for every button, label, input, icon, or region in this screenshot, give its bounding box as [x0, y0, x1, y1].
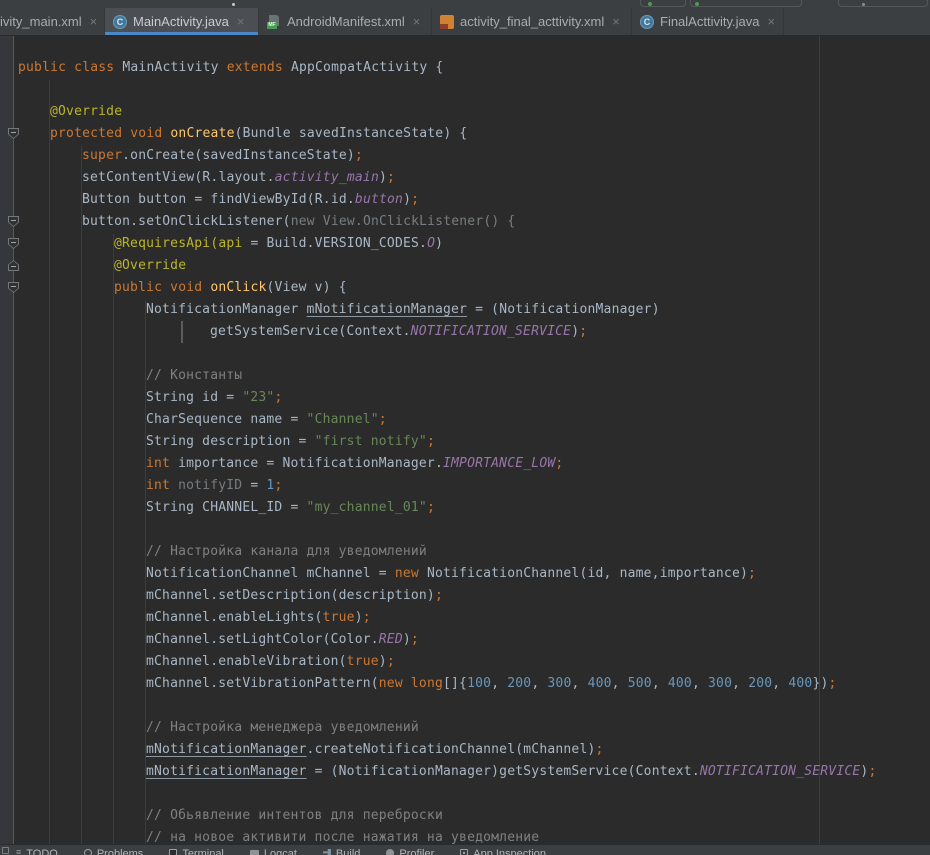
code-line[interactable]: getSystemService(Context.NOTIFICATION_SE…: [0, 321, 930, 343]
toolbar-item-app-inspection[interactable]: App Inspection: [460, 847, 546, 855]
layout-xml-icon: [440, 15, 454, 29]
code-lines: public class MainActivity extends AppCom…: [0, 57, 930, 845]
toolbar-item-problems[interactable]: Problems: [84, 847, 143, 855]
code-line[interactable]: super.onCreate(savedInstanceState);: [0, 145, 930, 167]
build-hammer-icon: [323, 849, 331, 855]
tab-androidmanifest-xml[interactable]: MF AndroidManifest.xml ×: [259, 8, 432, 35]
toolbar-item-label: Build: [336, 847, 360, 855]
todo-icon: ≡: [16, 848, 21, 855]
toolbar-item-logcat[interactable]: Logcat: [250, 847, 297, 855]
code-line[interactable]: button.setOnClickListener(new View.OnCli…: [0, 211, 930, 233]
code-line[interactable]: int importance = NotificationManager.IMP…: [0, 453, 930, 475]
code-line[interactable]: int notifyID = 1;: [0, 475, 930, 497]
close-icon[interactable]: ×: [767, 15, 775, 28]
code-line[interactable]: mChannel.enableLights(true);: [0, 607, 930, 629]
code-line[interactable]: String description = "first notify";: [0, 431, 930, 453]
toolbar-dot-icon: [232, 3, 235, 6]
terminal-icon: [169, 849, 177, 855]
code-line[interactable]: // Настройка канала для уведомлений: [0, 541, 930, 563]
code-line[interactable]: NotificationChannel mChannel = new Notif…: [0, 563, 930, 585]
app-inspection-icon: [460, 849, 468, 855]
code-line[interactable]: mChannel.enableVibration(true);: [0, 651, 930, 673]
tab-label: MainActivity.java: [133, 14, 229, 29]
toolbar-widget[interactable]: [690, 0, 802, 7]
problems-icon: [84, 849, 92, 855]
toolbar-item-build[interactable]: Build: [323, 847, 360, 855]
code-line[interactable]: @RequiresApi(api = Build.VERSION_CODES.O…: [0, 233, 930, 255]
code-line[interactable]: String CHANNEL_ID = "my_channel_01";: [0, 497, 930, 519]
toolbar-item-label: TODO: [26, 847, 58, 855]
ide-window: ivity_main.xml × C MainActivity.java × M…: [0, 0, 930, 855]
close-icon[interactable]: ×: [90, 15, 98, 28]
code-line[interactable]: // Настройка менеджера уведомлений: [0, 717, 930, 739]
toolbar-item-label: Terminal: [182, 847, 224, 855]
code-line[interactable]: mNotificationManager.createNotificationC…: [0, 739, 930, 761]
main-toolbar-strip: [0, 0, 930, 8]
toolbar-widget[interactable]: [838, 0, 928, 7]
tab-mainactivity-java[interactable]: C MainActivity.java ×: [105, 8, 259, 35]
toolbar-item-todo[interactable]: ≡ TODO: [16, 847, 58, 855]
code-line[interactable]: mNotificationManager = (NotificationMana…: [0, 761, 930, 783]
code-line[interactable]: setContentView(R.layout.activity_main);: [0, 167, 930, 189]
code-line[interactable]: // Обьявление интентов для переброски: [0, 805, 930, 827]
code-line[interactable]: [0, 695, 930, 717]
java-class-icon: C: [113, 15, 127, 29]
toolbar-item-label: Problems: [97, 847, 143, 855]
code-line[interactable]: mChannel.setLightColor(Color.RED);: [0, 629, 930, 651]
code-line[interactable]: @Override: [0, 255, 930, 277]
profiler-icon: [386, 849, 394, 855]
toolbar-widget[interactable]: [640, 0, 686, 7]
code-line[interactable]: CharSequence name = "Channel";: [0, 409, 930, 431]
code-line[interactable]: mChannel.setVibrationPattern(new long[]{…: [0, 673, 930, 695]
code-line[interactable]: [0, 343, 930, 365]
code-line[interactable]: [0, 783, 930, 805]
code-line[interactable]: mChannel.setDescription(description);: [0, 585, 930, 607]
java-class-icon: C: [640, 15, 654, 29]
close-icon[interactable]: ×: [612, 15, 620, 28]
code-line[interactable]: [0, 519, 930, 541]
close-icon[interactable]: ×: [237, 15, 245, 28]
code-line[interactable]: public void onClick(View v) {: [0, 277, 930, 299]
toolbar-item-label: Profiler: [399, 847, 434, 855]
code-line[interactable]: protected void onCreate(Bundle savedInst…: [0, 123, 930, 145]
code-line[interactable]: String id = "23";: [0, 387, 930, 409]
code-line[interactable]: // на новое активити после нажатия на ув…: [0, 827, 930, 845]
code-line[interactable]: public class MainActivity extends AppCom…: [0, 57, 930, 79]
tab-label: activity_final_acttivity.xml: [460, 14, 604, 29]
tool-window-bar: ≡ TODO Problems Terminal Logcat Build Pr…: [0, 844, 930, 855]
code-line[interactable]: NotificationManager mNotificationManager…: [0, 299, 930, 321]
tab-label: FinalActtivity.java: [660, 14, 759, 29]
close-icon[interactable]: ×: [413, 15, 421, 28]
toolbar-item-profiler[interactable]: Profiler: [386, 847, 434, 855]
code-line[interactable]: @Override: [0, 101, 930, 123]
manifest-file-icon: MF: [267, 15, 281, 29]
logcat-icon: [250, 850, 259, 855]
toolbar-item-label: App Inspection: [473, 847, 546, 855]
toolbar-item-label: Logcat: [264, 847, 297, 855]
editor-tab-bar: ivity_main.xml × C MainActivity.java × M…: [0, 8, 930, 36]
tool-window-corner-icon[interactable]: [2, 847, 9, 854]
toolbar-item-terminal[interactable]: Terminal: [169, 847, 224, 855]
code-line[interactable]: // Константы: [0, 365, 930, 387]
tab-activity-final-acttivity-xml[interactable]: activity_final_acttivity.xml ×: [432, 8, 632, 35]
tab-activity-main-xml[interactable]: ivity_main.xml ×: [0, 8, 105, 35]
code-line[interactable]: [0, 79, 930, 101]
tab-finalacttivity-java[interactable]: C FinalActtivity.java ×: [632, 8, 784, 35]
tab-label: ivity_main.xml: [0, 14, 82, 29]
run-status-icon: [648, 2, 652, 6]
run-status-icon: [695, 2, 699, 6]
tab-label: AndroidManifest.xml: [287, 14, 405, 29]
code-editor[interactable]: public class MainActivity extends AppCom…: [0, 36, 930, 845]
toolbar-dot-icon: [862, 3, 865, 6]
code-line[interactable]: Button button = findViewById(R.id.button…: [0, 189, 930, 211]
